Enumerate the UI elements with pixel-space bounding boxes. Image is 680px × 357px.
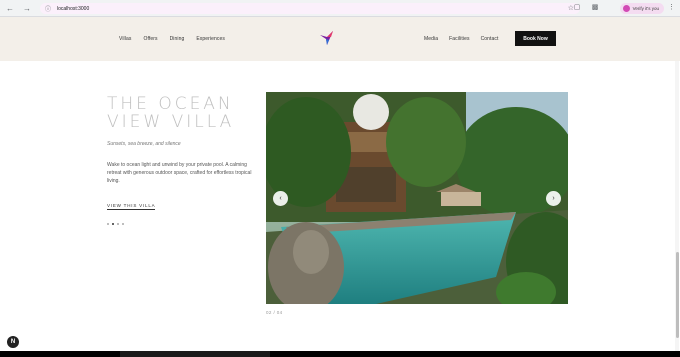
carousel-prev-button[interactable]: ‹ [273,191,288,206]
site-info-icon[interactable]: ⓘ [43,4,53,13]
slide-dot[interactable] [107,223,109,225]
nav-right: Media Facilities Contact [424,36,510,42]
slide-dot-active[interactable] [112,223,114,225]
back-icon[interactable]: ← [4,2,16,14]
dev-tools-button[interactable]: N [7,336,19,348]
nav-item-experiences[interactable]: Experiences [196,36,225,42]
profile-label: Verify it's you [632,6,659,11]
logo-bird-icon[interactable] [318,29,336,47]
forward-icon[interactable]: → [21,2,33,14]
extensions-icon[interactable]: ▢ [572,3,582,11]
menu-icon[interactable]: ⋮ [668,3,675,11]
sidebar-icon[interactable]: ▩ [590,3,600,11]
avatar [622,5,630,12]
villa-subtitle: Sunsets, sea breeze, and silence [107,141,181,147]
slide-dots [107,223,124,225]
chevron-left-icon: ‹ [279,195,282,202]
scrollbar-thumb[interactable] [676,252,679,338]
nav-item-villas[interactable]: Villas [119,36,131,42]
villa-description: Wake to ocean light and unwind by your p… [107,162,252,184]
slide-dot[interactable] [117,223,119,225]
taskbar [0,351,680,357]
nav-item-dining[interactable]: Dining [170,36,185,42]
villa-title: THE OCEAN VIEW VILLA [107,95,247,131]
profile-chip[interactable]: Verify it's you [619,3,664,14]
book-now-button[interactable]: Book Now [515,31,556,46]
villa-image [266,92,568,304]
nav-left: Villas Offers Dining Experiences [119,36,237,42]
chevron-right-icon: › [552,195,555,202]
pool-garden-image [266,92,568,304]
site-header: Villas Offers Dining Experiences Media F… [0,17,680,61]
view-villa-link[interactable]: VIEW THIS VILLA [107,203,156,210]
nav-item-facilities[interactable]: Facilities [449,36,469,42]
nav-item-offers[interactable]: Offers [143,36,157,42]
address-bar[interactable]: ⓘ localhost:3000 ☆ [40,3,580,14]
url-text: localhost:3000 [57,5,90,12]
carousel-next-button[interactable]: › [546,191,561,206]
nav-item-media[interactable]: Media [424,36,438,42]
villa-title-line2: VIEW VILLA [107,112,235,132]
slide-counter: 02 / 04 [266,310,283,315]
villa-title-line1: THE OCEAN [107,94,234,114]
slide-dot[interactable] [122,223,124,225]
browser-toolbar: ← → ↻ ⓘ localhost:3000 ☆ ▢ ▩ Verify it's… [0,0,680,17]
nav-item-contact[interactable]: Contact [481,36,499,42]
